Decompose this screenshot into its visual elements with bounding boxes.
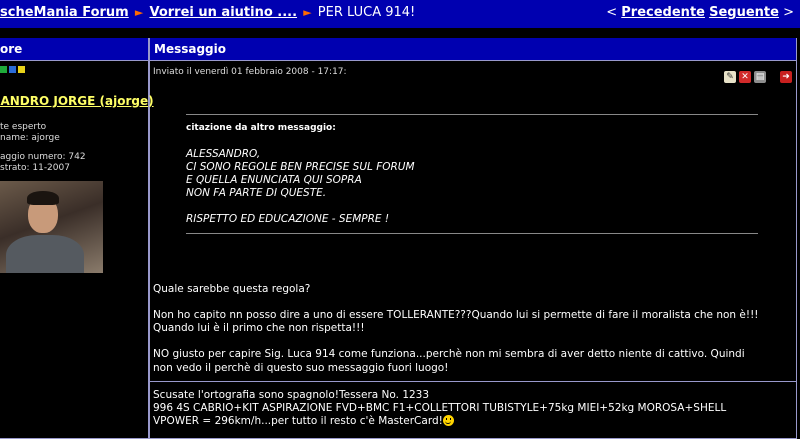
- breadcrumb-arrow-icon: ►: [303, 6, 312, 19]
- signature-text: VPOWER = 296km/h...per tutto il resto c'…: [153, 415, 443, 427]
- delete-icon[interactable]: ✕: [739, 71, 751, 83]
- breadcrumb-forum-link[interactable]: scheMania Forum: [0, 5, 129, 20]
- avatar: [0, 181, 103, 273]
- status-green-icon: [0, 66, 7, 73]
- breadcrumb-arrow-icon: ►: [134, 6, 144, 19]
- breadcrumb-topic-link[interactable]: Vorrei un aiutino ....: [149, 5, 297, 20]
- post-body-line: NO giusto per capire Sig. Luca 914 come …: [153, 348, 745, 360]
- quote-line: E QUELLA ENUNCIATA QUI SOPRA: [186, 174, 362, 186]
- smiley-icon: [442, 415, 454, 426]
- exit-icon[interactable]: ➜: [780, 71, 792, 83]
- quote-line: CI SONO REGOLE BEN PRECISE SUL FORUM: [186, 161, 415, 173]
- next-arrow-icon: >: [783, 5, 794, 20]
- avatar-hair: [27, 191, 59, 205]
- top-navigation-bar: scheMania Forum ► Vorrei un aiutino ....…: [0, 0, 800, 28]
- post-body-line: Non ho capito nn posso dire a uno di ess…: [153, 309, 759, 321]
- avatar-shoulders: [6, 235, 84, 273]
- author-name-link[interactable]: JANDRO JORGE (ajorge): [0, 94, 154, 108]
- prev-arrow-icon: <: [606, 5, 618, 20]
- quote-line: NON FA PARTE DI QUESTE.: [186, 187, 327, 199]
- next-link[interactable]: Seguente: [709, 5, 779, 20]
- print-icon[interactable]: ▤: [754, 71, 766, 83]
- post-tools: ✎ ✕ ▤ ➜: [721, 64, 792, 83]
- author-nickname: name: ajorge: [0, 133, 60, 143]
- signature-divider: [150, 381, 796, 382]
- quote-top-rule: [186, 114, 758, 115]
- signature-line-last: VPOWER = 296km/h...per tutto il resto c'…: [153, 415, 454, 427]
- author-post-count: aggio numero: 742: [0, 152, 86, 162]
- previous-link[interactable]: Precedente: [621, 5, 705, 20]
- signature-line: 996 4S CABRIO+KIT ASPIRAZIONE FVD+BMC F1…: [153, 402, 727, 414]
- quote-bottom-rule: [186, 233, 758, 234]
- author-column-header: ore: [0, 38, 148, 60]
- breadcrumb-current: PER LUCA 914!: [317, 5, 416, 20]
- signature-line: Scusate l'ortografia sono spagnolo!Tesse…: [153, 389, 430, 401]
- post-date: Inviato il venerdì 01 febbraio 2008 - 17…: [153, 67, 347, 77]
- status-yellow-icon: [18, 66, 25, 73]
- author-status-icons: [0, 66, 27, 76]
- author-registered: strato: 11-2007: [0, 163, 70, 173]
- quote-line: ALESSANDRO,: [186, 148, 261, 160]
- breadcrumb: scheMania Forum ► Vorrei un aiutino ....…: [0, 5, 415, 20]
- post-body-line: Quale sarebbe questa regola?: [153, 283, 311, 295]
- author-rank: te esperto: [0, 122, 47, 132]
- post-body-line: non vedo il perchè di questo suo messagg…: [153, 362, 449, 374]
- thread-pager: < Precedente Seguente >: [606, 5, 794, 20]
- post-body-line: Quando lui è il primo che non rispetta!!…: [153, 322, 365, 334]
- message-column-header: Messaggio: [150, 38, 796, 60]
- header-divider: [0, 60, 797, 61]
- quote-line: RISPETTO ED EDUCAZIONE - SEMPRE !: [186, 213, 390, 225]
- status-blue-icon: [9, 66, 16, 73]
- edit-icon[interactable]: ✎: [724, 71, 736, 83]
- quote-label: citazione da altro messaggio:: [186, 123, 336, 133]
